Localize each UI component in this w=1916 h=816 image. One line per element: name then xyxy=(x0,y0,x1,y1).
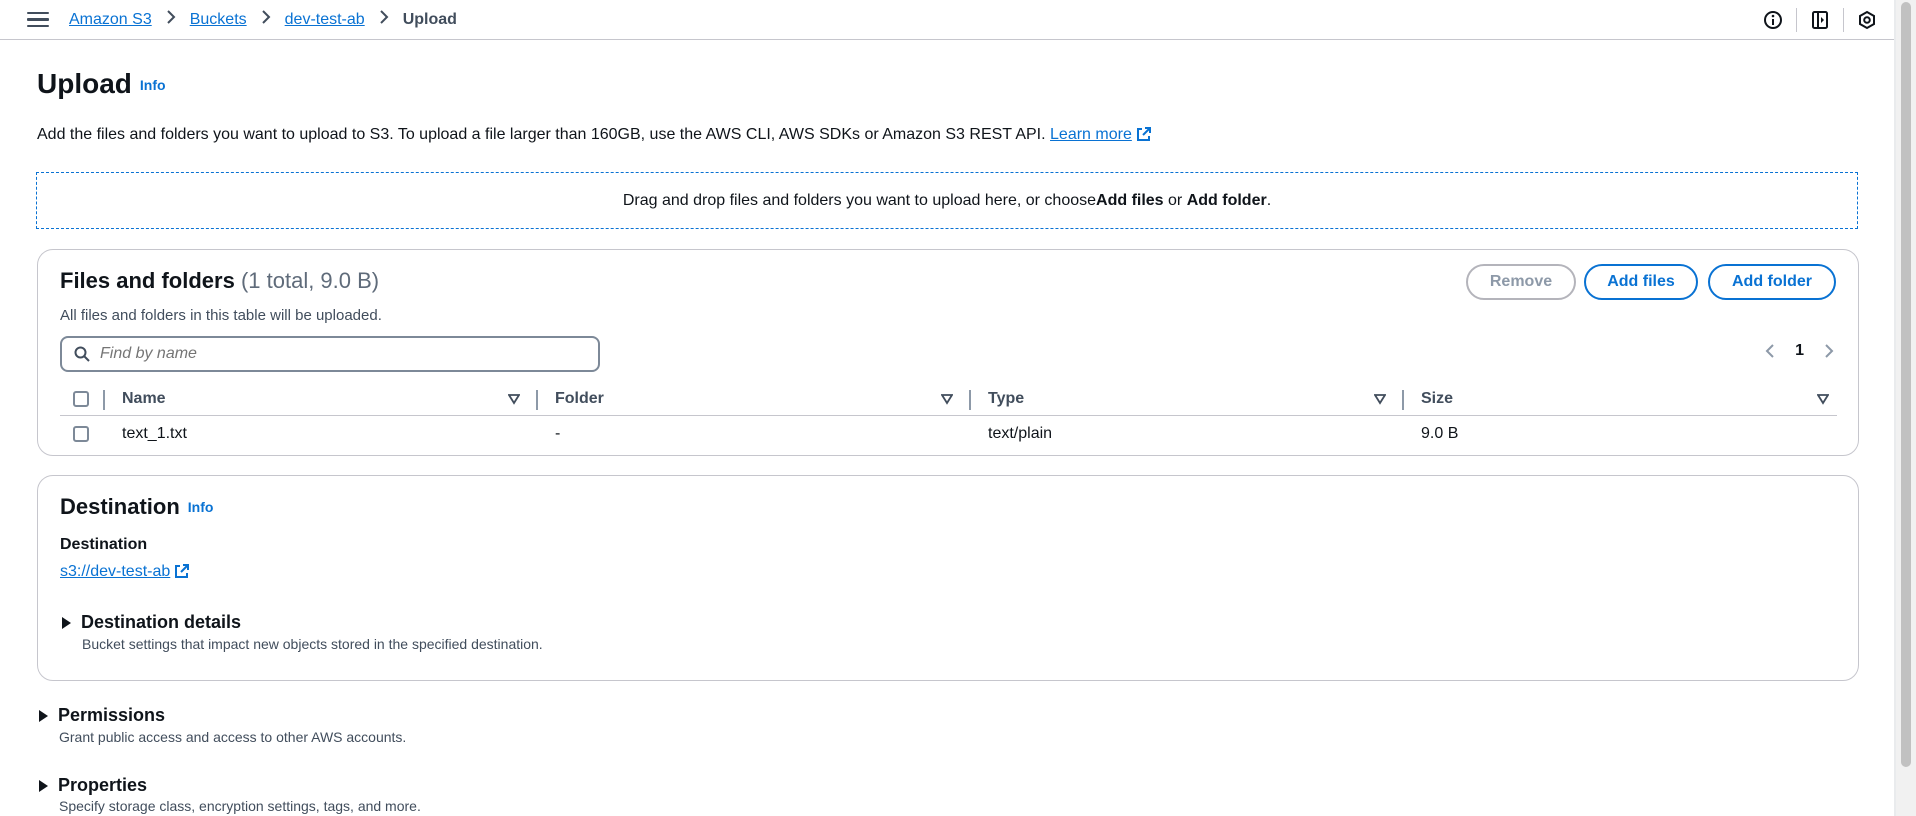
breadcrumb-amazon-s3[interactable]: Amazon S3 xyxy=(69,11,152,29)
destination-link[interactable]: s3://dev-test-ab xyxy=(60,563,190,580)
divider xyxy=(1796,8,1797,32)
files-title-text: Files and folders xyxy=(60,268,235,293)
column-separator[interactable] xyxy=(536,390,538,410)
files-table-header: Name Folder Type Size xyxy=(60,382,1837,416)
cell-folder: - xyxy=(555,425,561,442)
chevron-right-icon xyxy=(166,10,176,29)
breadcrumb-buckets[interactable]: Buckets xyxy=(190,11,247,29)
description-text: Add the files and folders you want to up… xyxy=(37,126,1046,143)
cell-size: 9.0 B xyxy=(1421,425,1459,442)
search-field[interactable] xyxy=(60,336,600,372)
dropzone-add-folder-text: Add folder xyxy=(1186,191,1267,209)
destination-link-text: s3://dev-test-ab xyxy=(60,563,171,580)
select-all-checkbox[interactable] xyxy=(73,391,89,407)
column-separator[interactable] xyxy=(969,390,971,410)
caret-right-icon xyxy=(39,779,48,792)
page-title: Upload Info xyxy=(37,68,166,100)
column-separator xyxy=(103,390,105,410)
current-page[interactable]: 1 xyxy=(1795,342,1804,360)
permissions-title: Permissions xyxy=(58,705,166,725)
properties-title: Properties xyxy=(58,775,148,795)
settings-hexagon-icon[interactable] xyxy=(1856,9,1878,31)
page-scrollbar[interactable] xyxy=(1894,0,1916,816)
destination-section-title: Destination Info xyxy=(60,494,213,520)
info-link[interactable]: Info xyxy=(140,77,166,93)
search-icon xyxy=(74,346,90,362)
column-header-type[interactable]: Type xyxy=(988,382,1024,416)
chevron-right-icon xyxy=(379,10,389,29)
scrollbar-edge xyxy=(1894,0,1896,816)
chevron-left-icon[interactable] xyxy=(1765,343,1775,359)
destination-details-desc: Bucket settings that impact new objects … xyxy=(82,636,543,652)
breadcrumb-bucket[interactable]: dev-test-ab xyxy=(285,11,365,29)
destination-details-expander[interactable]: Destination details xyxy=(62,612,241,633)
cell-name: text_1.txt xyxy=(122,425,187,442)
permissions-expander[interactable]: Permissions xyxy=(39,705,165,726)
column-separator[interactable] xyxy=(1402,390,1404,410)
top-navigation-bar: Amazon S3 Buckets dev-test-ab Upload xyxy=(0,0,1896,40)
upload-dropzone[interactable]: Drag and drop files and folders you want… xyxy=(36,172,1858,229)
caret-right-icon xyxy=(39,709,48,722)
menu-icon[interactable] xyxy=(27,11,49,28)
external-link-icon xyxy=(1136,126,1152,147)
dropzone-text: Drag and drop files and folders you want… xyxy=(622,191,1097,209)
sort-icon[interactable] xyxy=(507,392,521,410)
external-link-icon xyxy=(174,563,190,584)
info-circle-icon[interactable] xyxy=(1762,9,1784,31)
destination-link-wrap: s3://dev-test-ab xyxy=(60,563,190,584)
dropzone-add-files-text: Add files xyxy=(1096,191,1164,209)
add-folder-button[interactable]: Add folder xyxy=(1708,264,1836,300)
cell-type: text/plain xyxy=(988,425,1053,442)
learn-more-text: Learn more xyxy=(1050,126,1132,143)
row-checkbox[interactable] xyxy=(73,426,89,442)
permissions-desc: Grant public access and access to other … xyxy=(59,729,407,745)
breadcrumb: Amazon S3 Buckets dev-test-ab Upload xyxy=(69,10,457,29)
destination-label: Destination xyxy=(60,536,148,553)
sort-icon[interactable] xyxy=(1373,392,1387,410)
table-row[interactable]: text_1.txt - text/plain 9.0 B xyxy=(60,416,1837,452)
files-section-title: Files and folders (1 total, 9.0 B) xyxy=(60,268,379,294)
page-description: Add the files and folders you want to up… xyxy=(37,126,1152,147)
utility-icons xyxy=(1762,0,1878,40)
column-header-folder[interactable]: Folder xyxy=(555,382,604,416)
sort-icon[interactable] xyxy=(1816,392,1830,410)
files-and-folders-panel: Files and folders (1 total, 9.0 B) All f… xyxy=(37,249,1859,456)
scrollbar-thumb[interactable] xyxy=(1901,2,1911,767)
properties-desc: Specify storage class, encryption settin… xyxy=(59,798,421,814)
column-header-name[interactable]: Name xyxy=(122,382,166,416)
properties-expander[interactable]: Properties xyxy=(39,775,147,796)
search-input[interactable] xyxy=(98,344,562,364)
destination-details-title: Destination details xyxy=(81,612,242,632)
add-files-button[interactable]: Add files xyxy=(1584,264,1698,300)
panel-toggle-icon[interactable] xyxy=(1809,9,1831,31)
column-header-size[interactable]: Size xyxy=(1421,382,1453,416)
destination-panel: Destination Info Destination s3://dev-tes… xyxy=(37,475,1859,681)
chevron-right-icon[interactable] xyxy=(1824,343,1834,359)
destination-title-text: Destination xyxy=(60,494,180,519)
files-counter: (1 total, 9.0 B) xyxy=(240,268,380,293)
destination-info-link[interactable]: Info xyxy=(188,499,214,515)
learn-more-link[interactable]: Learn more xyxy=(1050,126,1152,143)
page-title-text: Upload xyxy=(37,68,132,99)
pagination: 1 xyxy=(1765,342,1834,360)
caret-right-icon xyxy=(62,616,71,629)
remove-button[interactable]: Remove xyxy=(1466,264,1576,300)
dropzone-or-text: or xyxy=(1163,191,1187,209)
dropzone-end-text: . xyxy=(1266,191,1272,209)
files-subtitle: All files and folders in this table will… xyxy=(60,307,382,324)
divider xyxy=(1843,8,1844,32)
chevron-right-icon xyxy=(261,10,271,29)
sort-icon[interactable] xyxy=(940,392,954,410)
breadcrumb-current: Upload xyxy=(402,10,457,28)
